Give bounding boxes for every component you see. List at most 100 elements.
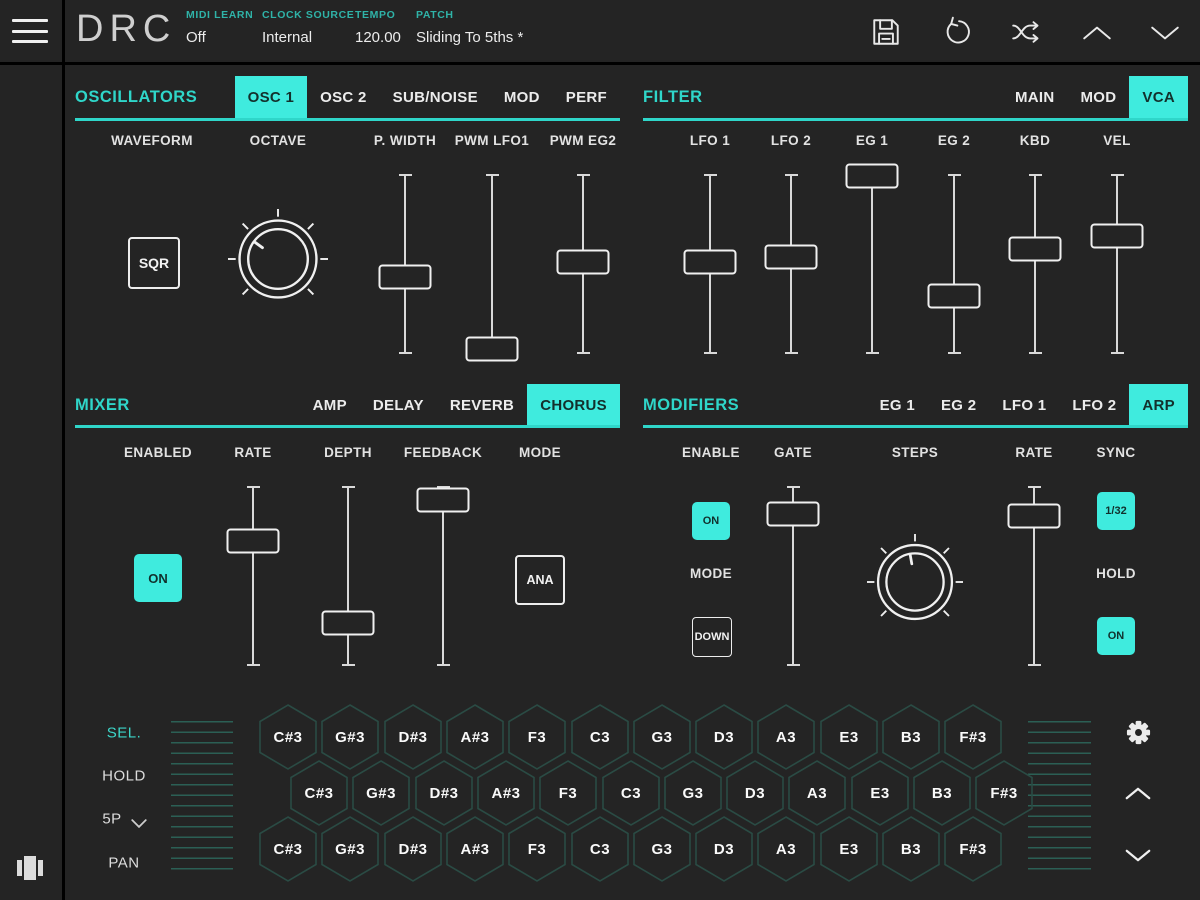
kbd-slider[interactable] — [1007, 172, 1063, 356]
mixer-header: MIXER AMP DELAY REVERB CHORUS — [75, 384, 620, 426]
arp-rate-slider-handle[interactable] — [1008, 504, 1061, 529]
arp-gate-slider[interactable] — [765, 484, 821, 668]
undo-icon[interactable] — [942, 16, 974, 48]
chevron-down-icon[interactable] — [1149, 24, 1181, 42]
random-icon[interactable] — [1010, 16, 1042, 48]
tab-mod-eg2[interactable]: EG 2 — [928, 384, 989, 426]
octave-knob[interactable] — [228, 209, 328, 309]
note-key[interactable]: D3 — [695, 816, 753, 882]
vel-label: VEL — [1062, 133, 1172, 148]
chorus-feedback-slider-handle[interactable] — [417, 488, 470, 513]
pwm-eg2-slider[interactable] — [555, 172, 611, 356]
eg2-slider-handle[interactable] — [928, 284, 981, 309]
pwidth-slider[interactable] — [377, 172, 433, 356]
keyboard-scale-select[interactable]: 5P — [102, 811, 121, 828]
tab-arp[interactable]: ARP — [1129, 384, 1188, 426]
arp-gate-slider-handle[interactable] — [767, 502, 820, 527]
lfo2-slider-handle[interactable] — [765, 245, 818, 270]
vel-slider[interactable] — [1089, 172, 1145, 356]
tempo-field[interactable]: TEMPO 120.00 — [355, 9, 401, 46]
app-logo: DRC — [76, 8, 176, 51]
tab-delay[interactable]: DELAY — [360, 384, 437, 426]
filter-underline — [643, 118, 1188, 121]
tab-chorus[interactable]: CHORUS — [527, 384, 620, 426]
feedback-label: FEEDBACK — [388, 445, 498, 460]
lfo2-slider[interactable] — [763, 172, 819, 356]
kbd-slider-handle[interactable] — [1009, 237, 1062, 262]
note-key[interactable]: C3 — [571, 816, 629, 882]
keyboard-pan-label[interactable]: PAN — [108, 855, 139, 872]
eg2-slider[interactable] — [926, 172, 982, 356]
chorus-mode-button[interactable]: ANA — [515, 555, 565, 605]
arp-mode-button[interactable]: DOWN — [692, 617, 732, 657]
octave-down-icon[interactable] — [1124, 848, 1152, 863]
pwm-eg2-slider-handle[interactable] — [557, 250, 610, 275]
note-key[interactable]: A3 — [757, 816, 815, 882]
chorus-feedback-slider[interactable] — [415, 484, 471, 668]
tempo-label: TEMPO — [355, 9, 401, 21]
note-key[interactable]: C#3 — [259, 816, 317, 882]
eg1-slider-handle[interactable] — [846, 164, 899, 189]
midi-learn-field[interactable]: MIDI LEARN Off — [186, 9, 253, 46]
chorus-depth-slider[interactable] — [320, 484, 376, 668]
chevron-up-icon[interactable] — [1081, 24, 1113, 42]
mixer-underline — [75, 425, 620, 428]
arp-steps-knob[interactable] — [867, 534, 963, 630]
tab-mod-lfo1[interactable]: LFO 1 — [989, 384, 1059, 426]
chorus-rate-slider[interactable] — [225, 484, 281, 668]
waveform-button[interactable]: SQR — [128, 237, 180, 289]
midi-learn-value: Off — [186, 29, 253, 46]
modifiers-underline — [643, 425, 1188, 428]
tab-subnoise[interactable]: SUB/NOISE — [380, 76, 491, 118]
tab-amp[interactable]: AMP — [300, 384, 360, 426]
chevron-down-icon[interactable] — [131, 815, 147, 824]
tab-osc-mod[interactable]: MOD — [491, 76, 553, 118]
note-key[interactable]: A#3 — [446, 816, 504, 882]
note-key[interactable]: D#3 — [384, 816, 442, 882]
arp-enable-button[interactable]: ON — [692, 502, 730, 540]
chorus-rate-slider-handle[interactable] — [227, 529, 280, 554]
arp-sync-button[interactable]: 1/32 — [1097, 492, 1135, 530]
tab-reverb[interactable]: REVERB — [437, 384, 527, 426]
left-ribbon-strip[interactable] — [171, 712, 233, 876]
lfo1-slider-handle[interactable] — [684, 250, 737, 275]
tab-main[interactable]: MAIN — [1002, 76, 1068, 118]
oscillators-header: OSCILLATORS OSC 1 OSC 2 SUB/NOISE MOD PE… — [75, 76, 620, 118]
chorus-enabled-button[interactable]: ON — [134, 554, 182, 602]
oscillators-underline — [75, 118, 620, 121]
arp-rate-slider[interactable] — [1006, 484, 1062, 668]
modifiers-header: MODIFIERS EG 1 EG 2 LFO 1 LFO 2 ARP — [643, 384, 1188, 426]
eg1-slider[interactable] — [844, 172, 900, 356]
gear-icon[interactable] — [1125, 719, 1152, 746]
note-key[interactable]: B3 — [882, 816, 940, 882]
octave-up-icon[interactable] — [1124, 786, 1152, 801]
save-icon[interactable] — [870, 16, 902, 48]
note-key[interactable]: G#3 — [321, 816, 379, 882]
pwm-lfo1-slider-handle[interactable] — [466, 337, 519, 362]
chorus-depth-slider-handle[interactable] — [322, 611, 375, 636]
panel-switch-icon[interactable] — [16, 855, 44, 881]
pwidth-slider-handle[interactable] — [379, 265, 432, 290]
arp-hold-button[interactable]: ON — [1097, 617, 1135, 655]
tab-perf[interactable]: PERF — [553, 76, 620, 118]
lfo1-slider[interactable] — [682, 172, 738, 356]
keyboard-sel-label[interactable]: SEL. — [107, 725, 142, 742]
pwm-lfo1-slider[interactable] — [464, 172, 520, 356]
keyboard-hold-label[interactable]: HOLD — [102, 768, 146, 785]
menu-icon[interactable] — [12, 19, 50, 43]
tab-filter-mod[interactable]: MOD — [1068, 76, 1130, 118]
right-ribbon-strip[interactable] — [1028, 712, 1091, 876]
note-key[interactable]: F#3 — [944, 816, 1002, 882]
tab-osc1[interactable]: OSC 1 — [235, 76, 308, 118]
tab-mod-lfo2[interactable]: LFO 2 — [1059, 384, 1129, 426]
tab-vca[interactable]: VCA — [1129, 76, 1188, 118]
note-key[interactable]: E3 — [820, 816, 878, 882]
clock-source-field[interactable]: CLOCK SOURCE Internal — [262, 9, 354, 46]
arp-mode-label: MODE — [656, 566, 766, 581]
note-key[interactable]: F3 — [508, 816, 566, 882]
note-key[interactable]: G3 — [633, 816, 691, 882]
patch-field[interactable]: PATCH Sliding To 5ths * — [416, 9, 523, 46]
tab-osc2[interactable]: OSC 2 — [307, 76, 380, 118]
tab-mod-eg1[interactable]: EG 1 — [867, 384, 928, 426]
vel-slider-handle[interactable] — [1091, 224, 1144, 249]
